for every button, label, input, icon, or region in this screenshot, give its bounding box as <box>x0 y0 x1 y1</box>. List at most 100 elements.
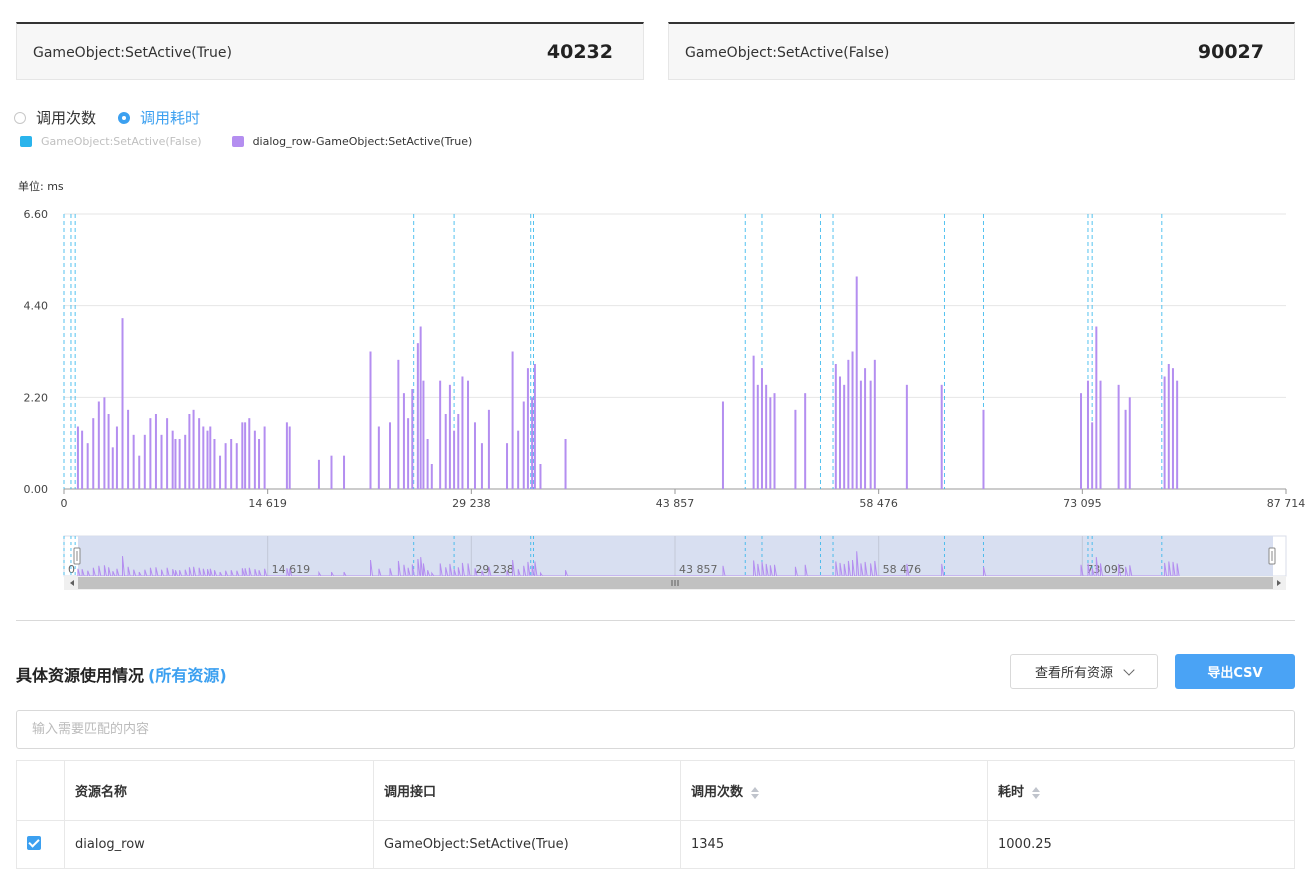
data-bar <box>426 439 429 489</box>
resources-table: 资源名称 调用接口 调用次数 耗时 dialog_row GameObject:… <box>16 760 1295 869</box>
col-resource-name: 资源名称 <box>64 760 374 821</box>
data-bar <box>1124 409 1127 489</box>
chevron-down-icon <box>1123 663 1135 676</box>
view-all-resources-dropdown[interactable]: 查看所有资源 <box>1010 654 1158 689</box>
data-bar <box>166 418 169 489</box>
data-bar <box>422 380 425 489</box>
zoom-slider[interactable]: 0 14 619 29 238 43 857 58 476 73 095 <box>0 530 1311 595</box>
col-time[interactable]: 耗时 <box>987 760 1295 821</box>
sort-icon[interactable] <box>751 786 760 799</box>
stat-value-true: 40232 <box>546 41 613 63</box>
view-all-resources-label: 查看所有资源 <box>1034 666 1113 681</box>
zoom-tick-label: 0 <box>68 563 75 576</box>
data-bar <box>115 426 118 489</box>
y-tick-label: 4.40 <box>24 300 49 313</box>
col-call-count[interactable]: 调用次数 <box>680 760 988 821</box>
data-bar <box>107 414 110 489</box>
data-bar <box>241 422 244 489</box>
data-bar <box>430 464 433 489</box>
data-bar <box>1167 364 1170 489</box>
data-bar <box>253 430 256 489</box>
data-bar <box>235 443 238 489</box>
data-bar <box>377 426 380 489</box>
col-call-count-label: 调用次数 <box>691 785 744 800</box>
search-input[interactable] <box>16 710 1295 749</box>
y-tick-label: 2.20 <box>24 391 49 404</box>
data-bar <box>467 380 470 489</box>
data-bar <box>138 455 141 489</box>
data-bar <box>224 443 227 489</box>
data-bar <box>407 418 410 489</box>
data-bar <box>526 368 529 489</box>
timing-chart: 0.00 2.20 4.40 6.60 0 14 619 29 238 43 857 58 47… <box>24 208 1306 510</box>
data-bar <box>1095 326 1098 489</box>
stat-card-setactive-false: GameObject:SetActive(False) 90027 <box>668 22 1295 80</box>
data-bar <box>154 414 157 489</box>
export-csv-button[interactable]: 导出CSV <box>1175 654 1295 689</box>
data-bar <box>188 414 191 489</box>
data-bar <box>453 430 456 489</box>
data-bar <box>143 434 146 489</box>
data-bar <box>1171 368 1174 489</box>
x-tick-label: 87 714 <box>1267 497 1306 510</box>
legend-item-false-series[interactable]: GameObject:SetActive(False) <box>20 135 202 148</box>
cell-time: 1000.25 <box>987 820 1295 869</box>
data-bar <box>206 430 209 489</box>
resources-title-text: 具体资源使用情况 <box>16 666 145 685</box>
data-bar <box>160 434 163 489</box>
data-bar <box>411 389 414 489</box>
data-bar <box>794 409 797 489</box>
data-bar <box>263 426 266 489</box>
data-bar <box>756 384 759 489</box>
radio-unchecked-icon <box>14 111 26 124</box>
data-bar <box>564 439 567 489</box>
data-bar <box>1163 376 1166 489</box>
zoom-tick-label: 43 857 <box>679 563 718 576</box>
x-tick-label: 43 857 <box>656 497 695 510</box>
data-bar <box>219 455 222 489</box>
data-bar <box>760 368 763 489</box>
col-time-label: 耗时 <box>998 785 1025 800</box>
data-bar <box>522 401 525 489</box>
data-bar <box>97 401 100 489</box>
legend-swatch-false-icon <box>20 136 32 147</box>
x-tick-label: 29 238 <box>452 497 491 510</box>
data-bar <box>213 439 216 489</box>
data-bar <box>444 414 447 489</box>
data-bar <box>834 364 837 489</box>
data-bar <box>178 439 181 489</box>
sort-icon[interactable] <box>1032 786 1041 799</box>
radio-call-count[interactable]: 调用次数 <box>14 107 96 128</box>
data-bar <box>132 434 135 489</box>
data-bar <box>92 418 95 489</box>
data-bar <box>86 443 89 489</box>
chart-legend: GameObject:SetActive(False) dialog_row-G… <box>20 135 502 148</box>
stat-label-true: GameObject:SetActive(True) <box>33 45 232 61</box>
legend-label-false: GameObject:SetActive(False) <box>41 135 202 148</box>
data-bar <box>1099 380 1102 489</box>
data-bar <box>317 459 320 489</box>
data-bar <box>343 455 346 489</box>
data-bar <box>752 355 755 489</box>
data-bar <box>838 376 841 489</box>
data-bar <box>847 359 850 489</box>
mode-radio-group: 调用次数 调用耗时 <box>14 107 222 128</box>
table-row[interactable]: dialog_row GameObject:SetActive(True) 13… <box>16 820 1295 869</box>
zoom-tick-label: 58 476 <box>883 563 922 576</box>
data-bar <box>511 351 514 489</box>
data-bar <box>1091 422 1094 489</box>
radio-call-count-label: 调用次数 <box>36 109 97 127</box>
stat-value-false: 90027 <box>1197 41 1264 63</box>
data-bar <box>765 384 768 489</box>
data-bar <box>248 418 251 489</box>
legend-item-true-series[interactable]: dialog_row-GameObject:SetActive(True) <box>231 135 472 148</box>
data-bar <box>905 384 908 489</box>
radio-checked-icon <box>118 111 131 124</box>
data-bar <box>127 409 130 489</box>
data-bar <box>389 422 392 489</box>
data-bar <box>506 443 509 489</box>
row-select-cell <box>16 820 65 869</box>
radio-call-time[interactable]: 调用耗时 <box>118 107 200 128</box>
data-bar <box>258 439 261 489</box>
row-checkbox[interactable] <box>27 835 41 850</box>
